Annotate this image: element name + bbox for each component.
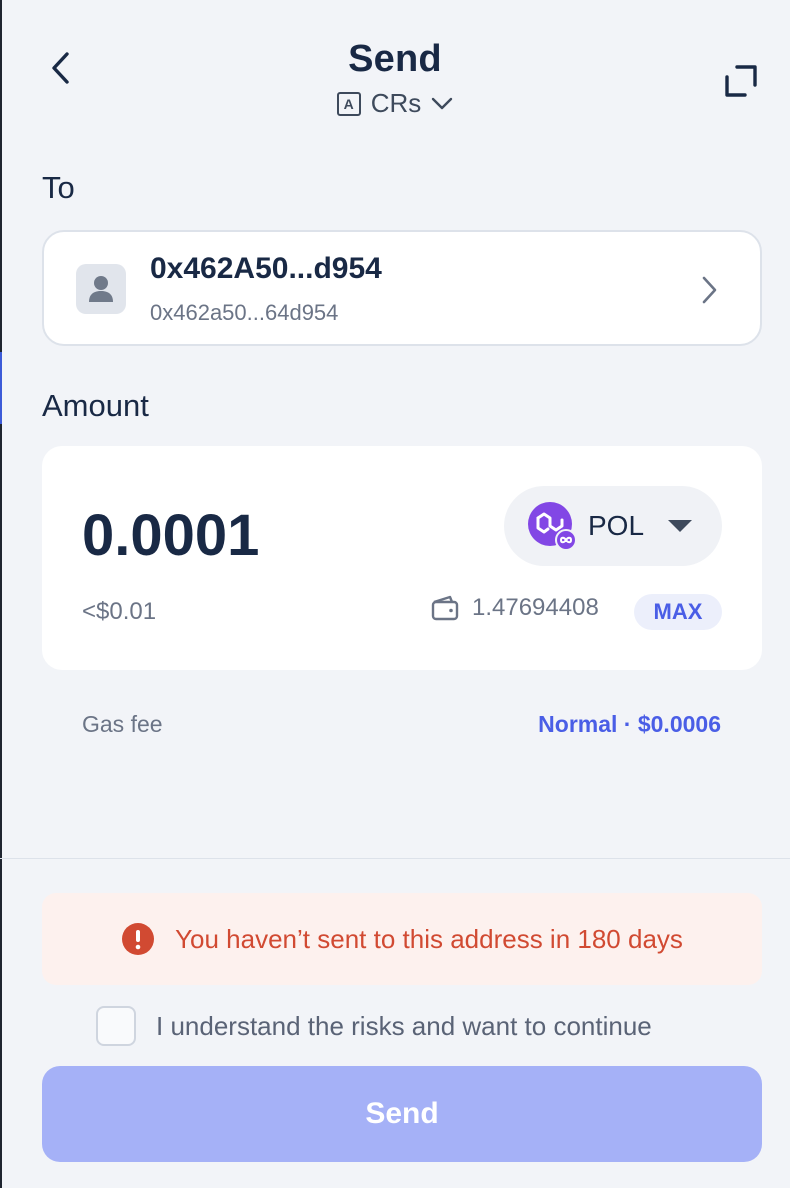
amount-card: POL <$0.01 1.47694408 MAX: [42, 446, 762, 670]
token-selector[interactable]: POL: [504, 486, 722, 566]
expand-view-button[interactable]: [718, 58, 764, 104]
to-label: To: [42, 170, 75, 205]
polygon-token-icon: [528, 502, 576, 550]
gas-fee-selector[interactable]: Normal · $0.0006: [538, 711, 721, 738]
amount-fiat-value: <$0.01: [82, 598, 157, 625]
alert-icon: [122, 923, 155, 955]
warning-banner: You haven’t sent to this address in 180 …: [42, 893, 762, 985]
send-screen: Send A CRs To 0x462A50...d954 0x462a50..…: [0, 0, 790, 1188]
recipient-card[interactable]: 0x462A50...d954 0x462a50...64d954: [42, 230, 762, 346]
window-edge: [0, 0, 2, 1188]
chevron-right-icon: [694, 272, 724, 308]
amount-label: Amount: [42, 388, 149, 423]
risk-checkbox[interactable]: [96, 1006, 136, 1046]
token-symbol: POL: [588, 510, 645, 541]
divider: [0, 858, 790, 859]
balance-value: 1.47694408: [472, 594, 599, 621]
account-selector[interactable]: A CRs: [0, 88, 790, 119]
wallet-icon: [431, 595, 459, 621]
recipient-name: 0x462A50...d954: [150, 252, 382, 285]
send-button[interactable]: Send: [42, 1066, 762, 1162]
avatar: [76, 264, 126, 314]
warning-text: You haven’t sent to this address in 180 …: [175, 923, 683, 954]
risk-acknowledgement[interactable]: I understand the risks and want to conti…: [96, 1006, 652, 1046]
page-title: Send: [348, 38, 442, 80]
max-button[interactable]: MAX: [634, 594, 722, 630]
recipient-address: 0x462a50...64d954: [150, 300, 339, 325]
account-badge: A: [336, 91, 361, 116]
expand-icon: [725, 65, 757, 97]
gas-fee-label: Gas fee: [82, 711, 163, 737]
token-balance: 1.47694408: [430, 594, 599, 622]
caret-down-icon: [668, 520, 692, 532]
account-name: CRs: [370, 88, 422, 118]
amount-input[interactable]: [82, 502, 442, 569]
window-edge-marker: [0, 352, 2, 424]
risk-label: I understand the risks and want to conti…: [156, 1010, 652, 1041]
user-icon: [89, 276, 113, 302]
chevron-down-icon: [431, 97, 453, 111]
